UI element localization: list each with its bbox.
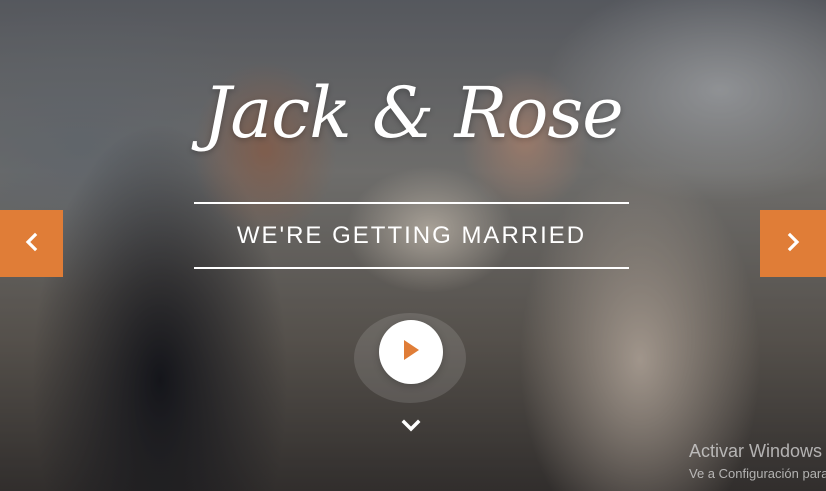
play-video-button[interactable] [379, 320, 443, 384]
play-icon [400, 338, 422, 366]
chevron-right-icon [783, 232, 803, 256]
chevron-left-icon [22, 232, 42, 256]
wedding-tagline: WE'RE GETTING MARRIED [236, 222, 587, 249]
watermark-title: Activar Windows [689, 441, 823, 461]
couple-names-title: Jack & Rose [203, 72, 623, 154]
watermark-subtitle: Ve a Configuración para activar Windows. [689, 466, 826, 481]
tagline-bottom-divider [194, 267, 629, 269]
scroll-down-button[interactable] [399, 418, 423, 438]
slider-prev-button[interactable] [0, 210, 63, 277]
slider-next-button[interactable] [760, 210, 826, 277]
windows-activation-watermark: Activar Windows Ve a Configuración para … [689, 440, 826, 483]
chevron-down-icon [400, 418, 422, 438]
tagline-top-divider [194, 202, 629, 204]
hero-background-photo: Jack & Rose WE'RE GETTING MARRIED Activa… [0, 0, 826, 491]
